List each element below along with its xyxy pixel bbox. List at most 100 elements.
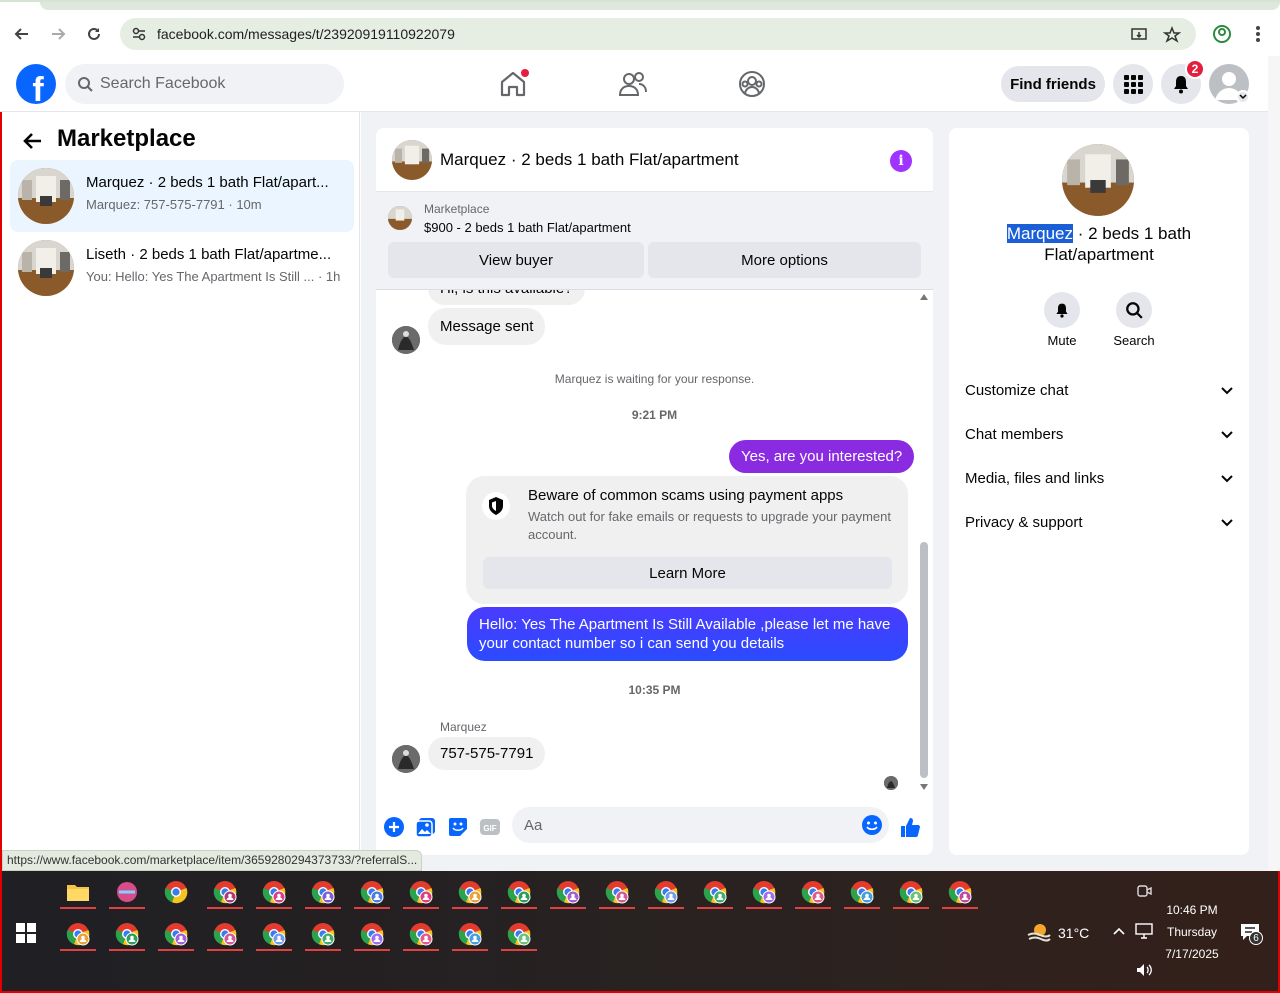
address-bar[interactable]: facebook.com/messages/t/2392091911092207… [120, 18, 1196, 50]
bookmark-star-icon[interactable] [1163, 26, 1181, 44]
chrome-profile-icon[interactable] [262, 922, 286, 946]
chrome-profile-icon[interactable] [703, 880, 727, 904]
privacy-support-row[interactable]: Privacy & support [965, 502, 1235, 542]
active-app-indicator [60, 907, 96, 909]
windows-start-icon[interactable] [16, 923, 36, 943]
network-icon[interactable] [1135, 923, 1153, 939]
meet-now-icon[interactable] [1136, 883, 1152, 899]
message-input[interactable]: Aa [512, 807, 889, 843]
add-plus-icon[interactable] [383, 816, 405, 838]
active-app-indicator [550, 907, 586, 909]
chrome-profile-icon[interactable] [850, 880, 874, 904]
attach-photo-icon[interactable] [415, 816, 437, 838]
more-options-button[interactable]: More options [648, 242, 921, 278]
browser-menu-icon[interactable] [1250, 24, 1266, 44]
account-chevron-down-icon[interactable] [1236, 90, 1250, 104]
chrome-profile-icon[interactable] [605, 880, 629, 904]
info-icon[interactable]: i [890, 150, 912, 172]
chrome-profile-icon[interactable] [458, 922, 482, 946]
chrome-profile-icon[interactable] [213, 880, 237, 904]
file-explorer-icon[interactable] [66, 881, 90, 903]
scroll-up-icon[interactable] [920, 294, 928, 300]
conversation-item-marquez[interactable]: Marquez · 2 beds 1 bath Flat/apart... Ma… [10, 160, 354, 232]
temperature[interactable]: 31°C [1058, 925, 1089, 941]
chat-scrollbar[interactable] [918, 294, 930, 794]
details-title: Marquez · 2 beds 1 bath Flat/apartment [969, 223, 1229, 265]
chrome-icon[interactable] [164, 880, 188, 904]
active-app-indicator [207, 907, 243, 909]
chrome-profile-icon[interactable] [311, 880, 335, 904]
listing-photo[interactable] [1062, 144, 1134, 216]
install-app-icon[interactable] [1130, 26, 1148, 44]
facebook-logo-icon[interactable]: f [16, 64, 56, 104]
chrome-profile-icon[interactable] [311, 922, 335, 946]
chrome-profile-icon[interactable] [654, 880, 678, 904]
weather-icon[interactable] [1026, 921, 1052, 943]
clock-time[interactable]: 10:46 PM [1160, 903, 1224, 917]
search-conversation-button[interactable]: Search [1104, 292, 1164, 348]
chrome-profile-icon[interactable] [360, 922, 384, 946]
chrome-profile-icon[interactable] [752, 880, 776, 904]
mute-button[interactable]: Mute [1032, 292, 1092, 348]
chat-title[interactable]: Marquez · 2 beds 1 bath Flat/apartment [440, 150, 739, 170]
chat-listing-thumbnail[interactable] [392, 140, 432, 180]
profile-icon[interactable] [1212, 24, 1232, 44]
clock-day[interactable]: Thursday [1160, 925, 1224, 939]
active-app-indicator [452, 949, 488, 951]
site-info-icon[interactable] [130, 25, 148, 43]
chrome-profile-icon[interactable] [507, 922, 531, 946]
scroll-down-icon[interactable] [920, 784, 928, 790]
chrome-profile-icon[interactable] [164, 922, 188, 946]
clock-date[interactable]: 7/17/2025 [1160, 947, 1224, 961]
chrome-profile-icon[interactable] [360, 880, 384, 904]
search-placeholder: Search Facebook [100, 75, 226, 92]
reload-icon[interactable] [82, 22, 106, 46]
outgoing-message: Yes, are you interested? [729, 440, 915, 473]
sticker-icon[interactable] [447, 816, 469, 838]
chrome-profile-icon[interactable] [507, 880, 531, 904]
customize-chat-row[interactable]: Customize chat [965, 370, 1235, 410]
page-scrollbar[interactable] [1268, 56, 1280, 871]
partial-incoming-message: Hi, is this available? [428, 290, 585, 305]
media-files-links-row[interactable]: Media, files and links [965, 458, 1235, 498]
active-app-indicator [60, 949, 96, 951]
menu-grid-icon[interactable] [1113, 64, 1153, 104]
like-thumbs-up-icon[interactable] [899, 816, 921, 838]
forward-icon[interactable] [46, 22, 70, 46]
show-hidden-icons-chevron-up-icon[interactable] [1112, 926, 1126, 936]
sender-avatar[interactable] [392, 745, 420, 773]
active-app-indicator [942, 907, 978, 909]
active-app-indicator [746, 907, 782, 909]
volume-icon[interactable] [1135, 962, 1153, 978]
chevron-down-icon [1221, 519, 1233, 527]
chrome-profile-icon[interactable] [899, 880, 923, 904]
scrollbar-thumb[interactable] [920, 542, 928, 778]
view-buyer-button[interactable]: View buyer [388, 242, 644, 278]
chrome-profile-icon[interactable] [556, 880, 580, 904]
chrome-profile-icon[interactable] [409, 880, 433, 904]
emoji-icon[interactable] [861, 814, 883, 836]
conversation-item-liseth[interactable]: Liseth · 2 beds 1 bath Flat/apartme... Y… [10, 232, 354, 304]
url-text: facebook.com/messages/t/2392091911092207… [157, 26, 455, 42]
listing-price[interactable]: $900 - 2 beds 1 bath Flat/apartment [424, 220, 631, 235]
groups-icon[interactable] [736, 68, 768, 100]
learn-more-button[interactable]: Learn More [483, 557, 892, 589]
back-arrow-icon[interactable] [22, 130, 44, 152]
app-icon[interactable] [115, 880, 139, 904]
chrome-profile-icon[interactable] [262, 880, 286, 904]
chrome-profile-icon[interactable] [458, 880, 482, 904]
chrome-profile-icon[interactable] [801, 880, 825, 904]
chat-members-row[interactable]: Chat members [965, 414, 1235, 454]
search-input[interactable]: Search Facebook [65, 64, 344, 104]
chrome-profile-icon[interactable] [115, 922, 139, 946]
sender-avatar[interactable] [392, 326, 420, 354]
chrome-profile-icon[interactable] [213, 922, 237, 946]
back-icon[interactable] [10, 22, 34, 46]
chrome-profile-icon[interactable] [409, 922, 433, 946]
find-friends-button[interactable]: Find friends [1001, 66, 1105, 102]
active-app-indicator [109, 907, 145, 909]
chrome-profile-icon[interactable] [948, 880, 972, 904]
friends-icon[interactable] [617, 68, 649, 100]
gif-icon[interactable]: GIF [479, 816, 501, 838]
chrome-profile-icon[interactable] [66, 922, 90, 946]
